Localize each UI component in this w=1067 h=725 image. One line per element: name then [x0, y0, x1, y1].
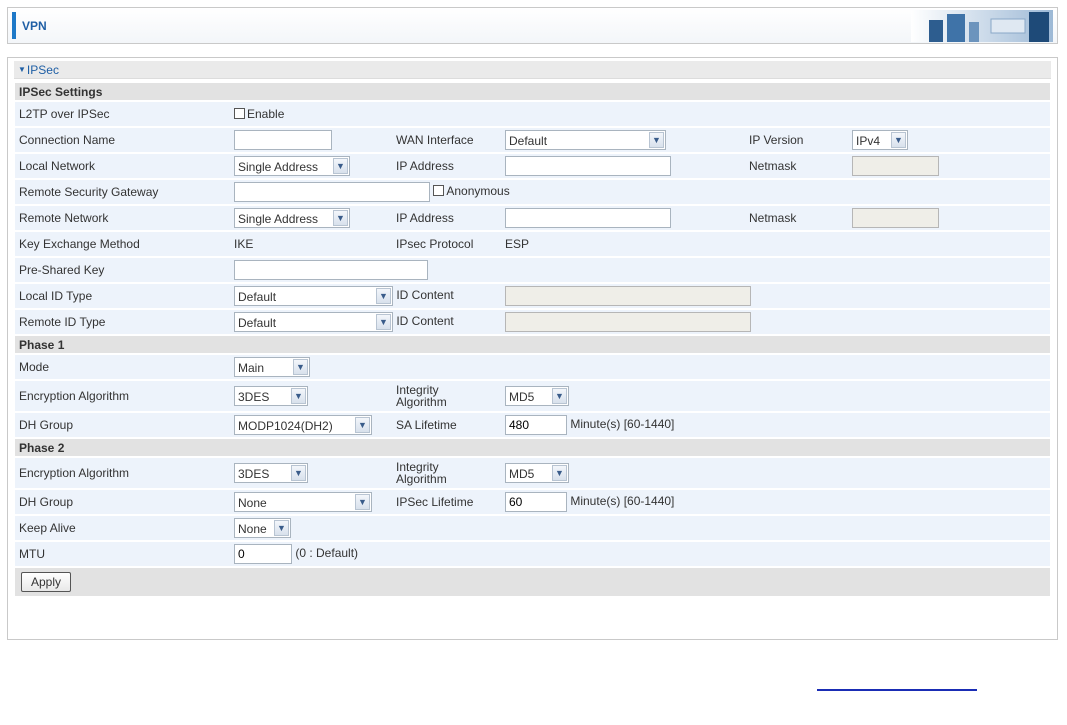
chevron-down-icon: ▼: [649, 132, 664, 148]
anonymous-label: Anonymous: [446, 184, 510, 199]
chevron-down-icon: ▼: [376, 288, 391, 304]
ipsec-lifetime-unit: Minute(s) [60-1440]: [570, 494, 675, 509]
chevron-down-icon: ▼: [891, 132, 906, 148]
header-accent-bar: [12, 12, 16, 39]
remote-network-label: Remote Network: [15, 205, 230, 232]
ipsec-form: IPSec Settings L2TP over IPSec Enable Co…: [15, 83, 1050, 598]
remote-id-type-select[interactable]: Default ▼: [234, 312, 393, 332]
chevron-down-icon: ▼: [291, 465, 306, 481]
page-title: VPN: [22, 19, 47, 33]
chevron-down-icon: ▼: [333, 158, 348, 174]
phase1-mode-select[interactable]: Main ▼: [234, 357, 310, 377]
ipsec-lifetime-label: IPSec Lifetime: [392, 489, 501, 516]
local-netmask-label: Netmask: [745, 153, 848, 180]
chevron-down-icon: ▼: [355, 417, 370, 433]
footer-link-underline[interactable]: [817, 689, 977, 691]
network-banner-icon: [911, 10, 1053, 42]
wan-interface-label: WAN Interface: [392, 127, 501, 154]
phase2-encryption-label: Encryption Algorithm: [15, 457, 230, 490]
chevron-down-icon: ▼: [274, 520, 289, 536]
chevron-down-icon: ▼: [552, 465, 567, 481]
phase2-dh-select[interactable]: None ▼: [234, 492, 372, 512]
connection-name-label: Connection Name: [15, 127, 230, 154]
local-id-content-label: ID Content: [396, 288, 454, 303]
phase2-integrity-label: Integrity Algorithm: [392, 457, 501, 490]
remote-netmask-input[interactable]: [852, 208, 939, 228]
l2tp-enable-checkbox[interactable]: [234, 108, 245, 119]
mtu-label: MTU: [15, 541, 230, 568]
phase1-mode-label: Mode: [15, 354, 230, 381]
remote-id-content-label: ID Content: [396, 314, 454, 329]
remote-ip-label: IP Address: [392, 205, 501, 232]
collapse-arrow-icon: ▼: [18, 65, 26, 74]
ip-version-select[interactable]: IPv4 ▼: [852, 130, 908, 150]
ipsec-lifetime-input[interactable]: [505, 492, 567, 512]
section-title: IPSec: [26, 63, 59, 77]
keepalive-label: Keep Alive: [15, 515, 230, 542]
wan-interface-select[interactable]: Default ▼: [505, 130, 666, 150]
local-network-label: Local Network: [15, 153, 230, 180]
phase1-integrity-label: Integrity Algorithm: [392, 380, 501, 413]
ipsec-panel: ▼IPSec IPSec Settings L2TP over IPSec En…: [7, 57, 1058, 640]
psk-input[interactable]: [234, 260, 428, 280]
l2tp-enable-label: Enable: [247, 107, 285, 121]
local-netmask-input[interactable]: [852, 156, 939, 176]
section-toggle[interactable]: ▼IPSec: [18, 63, 59, 77]
ipsec-protocol-label: IPsec Protocol: [392, 231, 501, 258]
ipsec-section-header[interactable]: ▼IPSec: [14, 61, 1051, 79]
phase2-dh-label: DH Group: [15, 489, 230, 516]
ipsec-protocol-value: ESP: [501, 231, 745, 258]
psk-label: Pre-Shared Key: [15, 257, 230, 284]
phase1-encryption-select[interactable]: 3DES ▼: [234, 386, 308, 406]
chevron-down-icon: ▼: [552, 388, 567, 404]
sa-lifetime-label: SA Lifetime: [392, 412, 501, 439]
sa-lifetime-input[interactable]: [505, 415, 567, 435]
phase2-integrity-select[interactable]: MD5 ▼: [505, 463, 569, 483]
chevron-down-icon: ▼: [293, 359, 308, 375]
keepalive-select[interactable]: None ▼: [234, 518, 291, 538]
remote-ip-input[interactable]: [505, 208, 671, 228]
phase1-dh-select[interactable]: MODP1024(DH2) ▼: [234, 415, 372, 435]
apply-button[interactable]: Apply: [21, 572, 72, 592]
page-header: VPN: [7, 7, 1058, 44]
mtu-input[interactable]: [234, 544, 292, 564]
remote-gateway-input[interactable]: [234, 182, 430, 202]
sa-lifetime-unit: Minute(s) [60-1440]: [570, 417, 675, 432]
l2tp-label: L2TP over IPSec: [15, 101, 230, 128]
phase1-integrity-select[interactable]: MD5 ▼: [505, 386, 569, 406]
local-id-type-select[interactable]: Default ▼: [234, 286, 393, 306]
chevron-down-icon: ▼: [355, 494, 370, 510]
remote-id-type-label: Remote ID Type: [15, 309, 230, 336]
phase1-encryption-label: Encryption Algorithm: [15, 380, 230, 413]
key-exchange-value: IKE: [230, 231, 392, 258]
phase1-dh-label: DH Group: [15, 412, 230, 439]
group-phase1: Phase 1: [15, 335, 1050, 355]
phase2-encryption-select[interactable]: 3DES ▼: [234, 463, 308, 483]
anonymous-checkbox[interactable]: [433, 185, 445, 197]
group-ipsec-settings: IPSec Settings: [15, 83, 1050, 102]
local-id-type-label: Local ID Type: [15, 283, 230, 310]
local-ip-label: IP Address: [392, 153, 501, 180]
ip-version-label: IP Version: [745, 127, 848, 154]
remote-network-type-select[interactable]: Single Address ▼: [234, 208, 350, 228]
chevron-down-icon: ▼: [291, 388, 306, 404]
connection-name-input[interactable]: [234, 130, 332, 150]
remote-gateway-label: Remote Security Gateway: [15, 179, 230, 206]
local-ip-input[interactable]: [505, 156, 671, 176]
chevron-down-icon: ▼: [333, 210, 348, 226]
remote-netmask-label: Netmask: [745, 205, 848, 232]
local-id-content-input[interactable]: [505, 286, 751, 306]
key-exchange-label: Key Exchange Method: [15, 231, 230, 258]
remote-id-content-input[interactable]: [505, 312, 751, 332]
mtu-hint: (0 : Default): [295, 546, 359, 561]
local-network-type-select[interactable]: Single Address ▼: [234, 156, 350, 176]
group-phase2: Phase 2: [15, 438, 1050, 458]
chevron-down-icon: ▼: [376, 314, 391, 330]
